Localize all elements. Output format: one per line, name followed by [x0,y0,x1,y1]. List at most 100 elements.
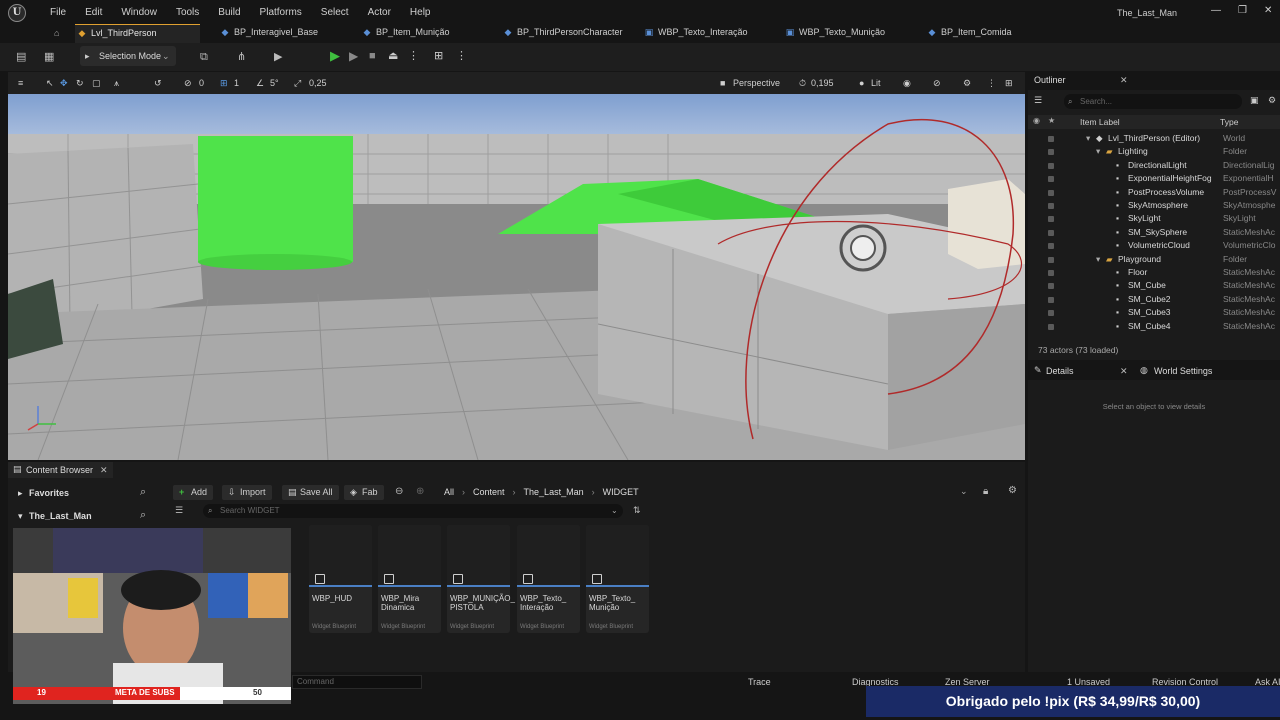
outliner-row[interactable]: ▪ ExponentialHeightFog ExponentialH [1028,172,1280,185]
more-options-icon[interactable]: ⋮ [408,48,419,64]
settings-gear-icon[interactable]: ⚙ [1268,95,1276,106]
visibility-toggle-icon[interactable] [1048,162,1054,169]
chevron-down-icon[interactable]: ⌄ [960,486,968,497]
visibility-column-icon[interactable]: ◉ [1033,116,1040,125]
select-cursor-icon[interactable]: ↖ [46,72,54,94]
sort-icon[interactable]: ⇅ [633,505,641,516]
save-icon[interactable]: ▤ [16,49,26,65]
visibility-toggle-icon[interactable] [1048,216,1054,223]
outliner-row[interactable]: ▪ SM_Cube4 StaticMeshAc [1028,320,1280,333]
surface-snap-icon[interactable]: ⩚ [114,72,119,94]
camera-speed-value[interactable]: 0,195 [811,72,834,94]
visibility-toggle-icon[interactable] [1048,203,1054,209]
more-options-icon[interactable]: ⋮ [456,48,467,64]
tab-bp-item-comida[interactable]: ◆ BP_Item_Comida [925,24,1055,43]
home-icon[interactable]: ⌂ [54,28,64,38]
content-search-input[interactable]: ⌕ Search WIDGET ⌄ [203,504,623,518]
outliner-row[interactable]: ▪ SkyAtmosphere SkyAtmosphe [1028,199,1280,212]
snap-icon[interactable]: ⊘ [184,72,192,94]
asset-tile[interactable]: WBP_Mira Dinamica Widget Blueprint [378,525,441,633]
tab-bp-interagivel-base[interactable]: ◆ BP_Interagivel_Base [218,24,348,43]
column-item-label[interactable]: Item Label [1080,117,1120,127]
outliner-row[interactable]: ▪ PostProcessVolume PostProcessV [1028,186,1280,199]
rotate-icon[interactable]: ↻ [76,72,84,94]
asset-tile[interactable]: WBP_Texto_ Munição Widget Blueprint [586,525,649,633]
outliner-row[interactable]: ▪ SM_Cube3 StaticMeshAc [1028,306,1280,319]
close-window-button[interactable]: ✕ [1264,5,1272,16]
project-folder[interactable]: ▾ The_Last_Man [18,511,92,522]
outliner-row[interactable]: ▪ Floor StaticMeshAc [1028,266,1280,279]
details-title[interactable]: Details [1046,366,1074,376]
tab-bp-thirdpersoncharacter[interactable]: ◆ BP_ThirdPersonCharacter [501,24,631,43]
outliner-row[interactable]: ▪ SM_SkySphere StaticMeshAc [1028,226,1280,239]
eject-icon[interactable]: ⏏ [388,48,398,64]
grid-snap-icon[interactable]: ⊞ [220,72,228,94]
console-command-input[interactable]: Command [292,675,422,689]
menu-edit[interactable]: Edit [85,7,102,18]
outliner-row[interactable]: ▪ DirectionalLight DirectionalLig [1028,159,1280,172]
outliner-row[interactable]: ▾ ◆ Lvl_ThirdPerson (Editor) World [1028,132,1280,145]
layout-icon[interactable]: ⊞ [1005,72,1013,94]
chevron-down-icon[interactable]: ▾ [1086,132,1090,145]
filter-icon[interactable]: ☰ [175,505,183,516]
world-settings-tab[interactable]: World Settings [1154,366,1212,376]
close-icon[interactable]: ✕ [1120,366,1128,377]
visibility-toggle-icon[interactable] [1048,243,1054,250]
close-icon[interactable]: ✕ [100,465,108,476]
perspective-dropdown[interactable]: Perspective [733,72,780,94]
add-actor-icon[interactable]: ⧉ [200,49,208,65]
world-local-icon[interactable]: ↺ [154,72,162,94]
trace-dropdown[interactable]: Trace [748,677,771,687]
fab-button[interactable]: ◈ Fab [344,485,384,500]
scale-snap-value[interactable]: 0,25 [309,72,327,94]
move-icon[interactable]: ✥ [60,72,68,94]
content-browser-tab[interactable]: ▤ Content Browser ✕ [8,462,113,478]
asset-tile[interactable]: WBP_HUD Widget Blueprint [309,525,372,633]
play-button[interactable]: ▶ [330,48,340,64]
visibility-toggle-icon[interactable] [1048,136,1054,142]
show-flags-icon[interactable]: ◉ [903,72,911,94]
angle-snap-icon[interactable]: ∠ [256,72,264,94]
tab-wbp-texto-municao[interactable]: ▣ WBP_Texto_Munição [783,24,913,43]
asset-tile[interactable]: WBP_MUNIÇÃO_ PISTOLA Widget Blueprint [447,525,515,633]
breadcrumb-project[interactable]: The_Last_Man [524,487,584,497]
selection-mode-dropdown[interactable]: ▸ Selection Mode ⌄ [80,46,176,66]
import-button[interactable]: ⇩ Import [222,485,272,500]
tab-wbp-texto-interacao[interactable]: ▣ WBP_Texto_Interação [642,24,772,43]
minimize-button[interactable]: — [1211,5,1221,16]
grid-snap-value[interactable]: 1 [234,72,239,94]
tab-lvl-thirdperson[interactable]: ◆ Lvl_ThirdPerson [75,24,200,43]
menu-tools[interactable]: Tools [176,7,199,18]
outliner-row[interactable]: ▪ SM_Cube2 StaticMeshAc [1028,293,1280,306]
outliner-row[interactable]: ▪ SkyLight SkyLight [1028,212,1280,225]
chevron-down-icon[interactable]: ▾ [1096,145,1100,158]
maximize-button[interactable]: ❐ [1238,5,1247,16]
scale-icon[interactable]: ▢ [92,72,101,94]
visibility-toggle-icon[interactable] [1048,229,1054,236]
blueprint-menu-icon[interactable]: ⋔ [237,49,246,65]
breadcrumb-widget[interactable]: WIDGET [603,487,639,497]
cinematics-icon[interactable]: ▶ [274,49,282,65]
chevron-down-icon[interactable]: ▾ [1096,253,1100,266]
menu-window[interactable]: Window [121,7,157,18]
column-type[interactable]: Type [1220,117,1238,127]
outliner-row[interactable]: ▪ SM_Cube StaticMeshAc [1028,279,1280,292]
outliner-row[interactable]: ▾ ▰ Lighting Folder [1028,145,1280,158]
visibility-toggle-icon[interactable] [1048,270,1054,276]
close-icon[interactable]: ✕ [1120,75,1128,86]
outliner-search-input[interactable]: ⌕ Search... [1064,94,1242,109]
favorites-section[interactable]: ▸ Favorites [18,488,69,499]
unreal-logo-icon[interactable]: U [8,4,26,22]
rotation-snap-value[interactable]: 0 [199,72,204,94]
realtime-icon[interactable]: ⊘ [933,72,941,94]
settings-gear-icon[interactable]: ⚙ [1008,485,1017,496]
menu-actor[interactable]: Actor [368,7,391,18]
visibility-toggle-icon[interactable] [1048,256,1054,263]
add-folder-icon[interactable]: ▣ [1250,95,1259,106]
breadcrumb-all[interactable]: All [444,487,454,497]
menu-select[interactable]: Select [321,7,349,18]
menu-platforms[interactable]: Platforms [260,7,302,18]
angle-snap-value[interactable]: 5° [270,72,279,94]
hamburger-icon[interactable]: ≡ [18,72,23,94]
outliner-row[interactable]: ▪ VolumetricCloud VolumetricClo [1028,239,1280,252]
